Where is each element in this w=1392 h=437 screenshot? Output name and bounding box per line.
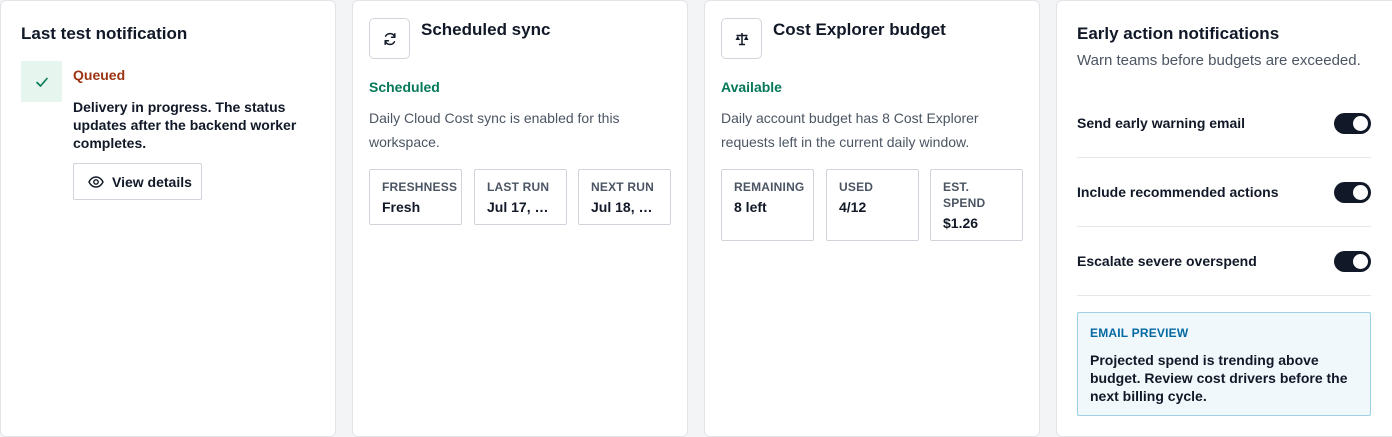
card-title: Cost Explorer budget: [773, 20, 946, 39]
stat-label: NEXT RUN: [591, 180, 654, 194]
toggle-knob: [1353, 115, 1368, 131]
card-title: Scheduled sync: [421, 20, 551, 39]
status-scheduled: Scheduled: [369, 79, 440, 95]
stat-label: EST. SPEND: [943, 180, 986, 210]
sync-description: Daily Cloud Cost sync is enabled for thi…: [369, 110, 620, 150]
stat-label: REMAINING: [734, 180, 805, 194]
budget-description: Daily account budget has 8 Cost Explorer…: [721, 110, 979, 150]
eye-icon: [88, 175, 104, 188]
toggle-knob: [1353, 184, 1368, 200]
card-subtitle: Warn teams before budgets are exceeded.: [1077, 52, 1361, 69]
stat-value: $1.26: [943, 215, 979, 231]
toggle-label: Escalate severe overspend: [1077, 253, 1257, 269]
stat-label: FRESHNESS: [382, 180, 458, 194]
stat-used: USED 4/12: [826, 169, 919, 241]
stat-value: Jul 18, 9…: [591, 199, 658, 215]
scheduled-sync-card: Scheduled sync Scheduled Daily Cloud Cos…: [352, 0, 688, 437]
stat-label: USED: [839, 180, 874, 194]
stat-value: 8 left: [734, 199, 767, 215]
toggle-knob: [1353, 253, 1368, 269]
stat-freshness: FRESHNESS Fresh: [369, 169, 462, 225]
check-icon: [21, 61, 62, 102]
stat-remaining: REMAINING 8 left: [721, 169, 814, 241]
escalate-overspend-toggle[interactable]: [1334, 250, 1371, 272]
scale-icon: [721, 18, 762, 59]
toggle-label: Include recommended actions: [1077, 184, 1279, 200]
toggle-row-early-warning-email: Send early warning email: [1077, 89, 1371, 158]
stat-est-spend: EST. SPEND $1.26: [930, 169, 1023, 241]
toggle-label: Send early warning email: [1077, 115, 1246, 131]
early-action-notifications-card: Early action notifications Warn teams be…: [1056, 0, 1392, 437]
early-warning-email-toggle[interactable]: [1334, 112, 1371, 134]
view-details-button[interactable]: View details: [73, 163, 202, 200]
email-preview-text: Projected spend is trending above budget…: [1090, 352, 1348, 404]
email-preview: EMAIL PREVIEW Projected spend is trendin…: [1077, 312, 1371, 416]
stat-value: Jul 17, 9…: [487, 199, 554, 215]
email-preview-label: EMAIL PREVIEW: [1090, 326, 1189, 340]
cost-explorer-budget-card: Cost Explorer budget Available Daily acc…: [704, 0, 1040, 437]
status-available: Available: [721, 79, 782, 95]
toggle-row-recommended-actions: Include recommended actions: [1077, 158, 1371, 227]
stat-label: LAST RUN: [487, 180, 550, 194]
stat-value: Fresh: [382, 199, 421, 215]
stat-last-run: LAST RUN Jul 17, 9…: [474, 169, 567, 225]
status-queued: Queued: [73, 67, 126, 83]
refresh-icon: [369, 18, 410, 59]
toggle-row-escalate-overspend: Escalate severe overspend: [1077, 227, 1371, 296]
card-title: Early action notifications: [1077, 24, 1280, 43]
last-test-notification-card: Last test notification Queued Delivery i…: [0, 0, 336, 437]
stat-value: 4/12: [839, 199, 867, 215]
recommended-actions-toggle[interactable]: [1334, 181, 1371, 203]
stat-next-run: NEXT RUN Jul 18, 9…: [578, 169, 671, 225]
card-title: Last test notification: [21, 24, 188, 43]
view-details-label: View details: [112, 173, 192, 190]
status-message: Delivery in progress. The status updates…: [73, 99, 297, 151]
